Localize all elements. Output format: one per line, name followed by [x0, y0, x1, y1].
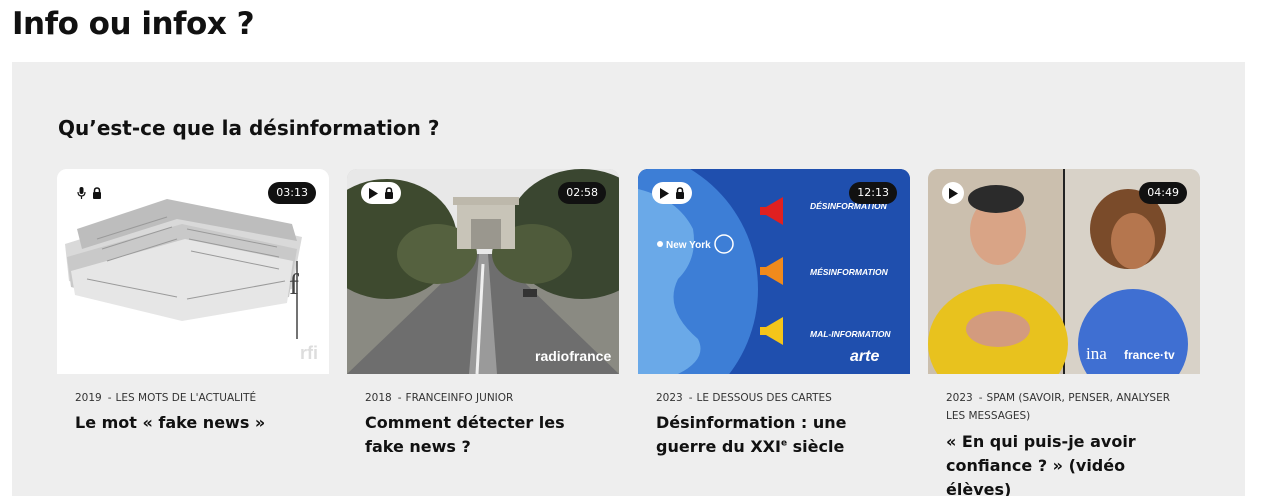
card-title[interactable]: Le mot « fake news »: [75, 411, 317, 435]
microphone-icon: [77, 187, 86, 199]
video-card-trust[interactable]: ina france·tv 04:49 2023- SPAM (SAVOIR, P…: [928, 169, 1200, 496]
map-city-label: New York: [666, 240, 711, 251]
svg-text:arte: arte: [850, 348, 879, 365]
page-title: Info ou infox ?: [12, 6, 255, 42]
duration-badge: 04:49: [1139, 182, 1187, 204]
label-malinformation: MAL-INFORMATION: [810, 329, 891, 339]
card-year: 2019: [75, 392, 102, 404]
card-badges: [71, 182, 108, 204]
duration-badge: 02:58: [558, 182, 606, 204]
svg-text:rfi: rfi: [300, 343, 318, 363]
card-meta: 2018- FRANCEINFO JUNIOR: [365, 389, 609, 407]
card-badges: [652, 182, 692, 204]
video-card-detect-fake-news[interactable]: radiofrance 02:58 2018- FRANCEINFO JUNIOR…: [347, 169, 619, 489]
meta-separator: -: [397, 392, 402, 404]
card-thumbnail[interactable]: ina france·tv 04:49: [928, 169, 1200, 374]
svg-text:radiofrance: radiofrance: [535, 348, 611, 364]
card-badges: [361, 182, 401, 204]
card-meta: 2023- SPAM (SAVOIR, PENSER, ANALYSER LES …: [946, 389, 1190, 425]
play-icon: [949, 187, 958, 199]
card-title-end: siècle: [787, 437, 845, 456]
play-icon: [660, 187, 669, 199]
section-title: Qu’est-ce que la désinformation ?: [58, 116, 440, 140]
card-year: 2023: [946, 392, 973, 404]
card-meta: 2019- LES MOTS DE L'ACTUALITÉ: [75, 389, 319, 407]
card-title[interactable]: « En qui puis-je avoir confiance ? » (vi…: [946, 430, 1188, 496]
content-panel: Qu’est-ce que la désinformation ? f rfi: [12, 62, 1245, 496]
card-series: LES MOTS DE L'ACTUALITÉ: [115, 392, 257, 404]
svg-text:france·tv: france·tv: [1124, 348, 1175, 362]
card-thumbnail[interactable]: radiofrance 02:58: [347, 169, 619, 374]
lock-icon: [676, 187, 684, 199]
card-thumbnail[interactable]: f rfi 03:13: [57, 169, 329, 374]
card-badges: [942, 182, 964, 204]
card-title[interactable]: Désinformation : une guerre du XXIe sièc…: [656, 411, 898, 459]
meta-separator: -: [688, 392, 693, 404]
card-series: LE DESSOUS DES CARTES: [696, 392, 832, 404]
svg-text:ina: ina: [1086, 344, 1107, 363]
card-year: 2023: [656, 392, 683, 404]
meta-separator: -: [107, 392, 112, 404]
video-card-fake-news-word[interactable]: f rfi 03:13 2019- LES MOTS DE L'ACTUALITÉ…: [57, 169, 329, 489]
card-thumbnail[interactable]: New York DÉSINFORMATION MÉSINFORMATION M…: [638, 169, 910, 374]
card-title[interactable]: Comment détecter les fake news ?: [365, 411, 607, 459]
card-year: 2018: [365, 392, 392, 404]
duration-badge: 12:13: [849, 182, 897, 204]
lock-icon: [385, 187, 393, 199]
lock-icon: [93, 187, 101, 199]
duration-badge: 03:13: [268, 182, 316, 204]
card-series: FRANCEINFO JUNIOR: [405, 392, 514, 404]
video-card-disinformation-war[interactable]: New York DÉSINFORMATION MÉSINFORMATION M…: [638, 169, 910, 489]
card-meta: 2023- LE DESSOUS DES CARTES: [656, 389, 900, 407]
label-mesinformation: MÉSINFORMATION: [810, 267, 889, 277]
svg-text:f: f: [289, 268, 299, 301]
play-icon: [369, 187, 378, 199]
meta-separator: -: [978, 392, 983, 404]
